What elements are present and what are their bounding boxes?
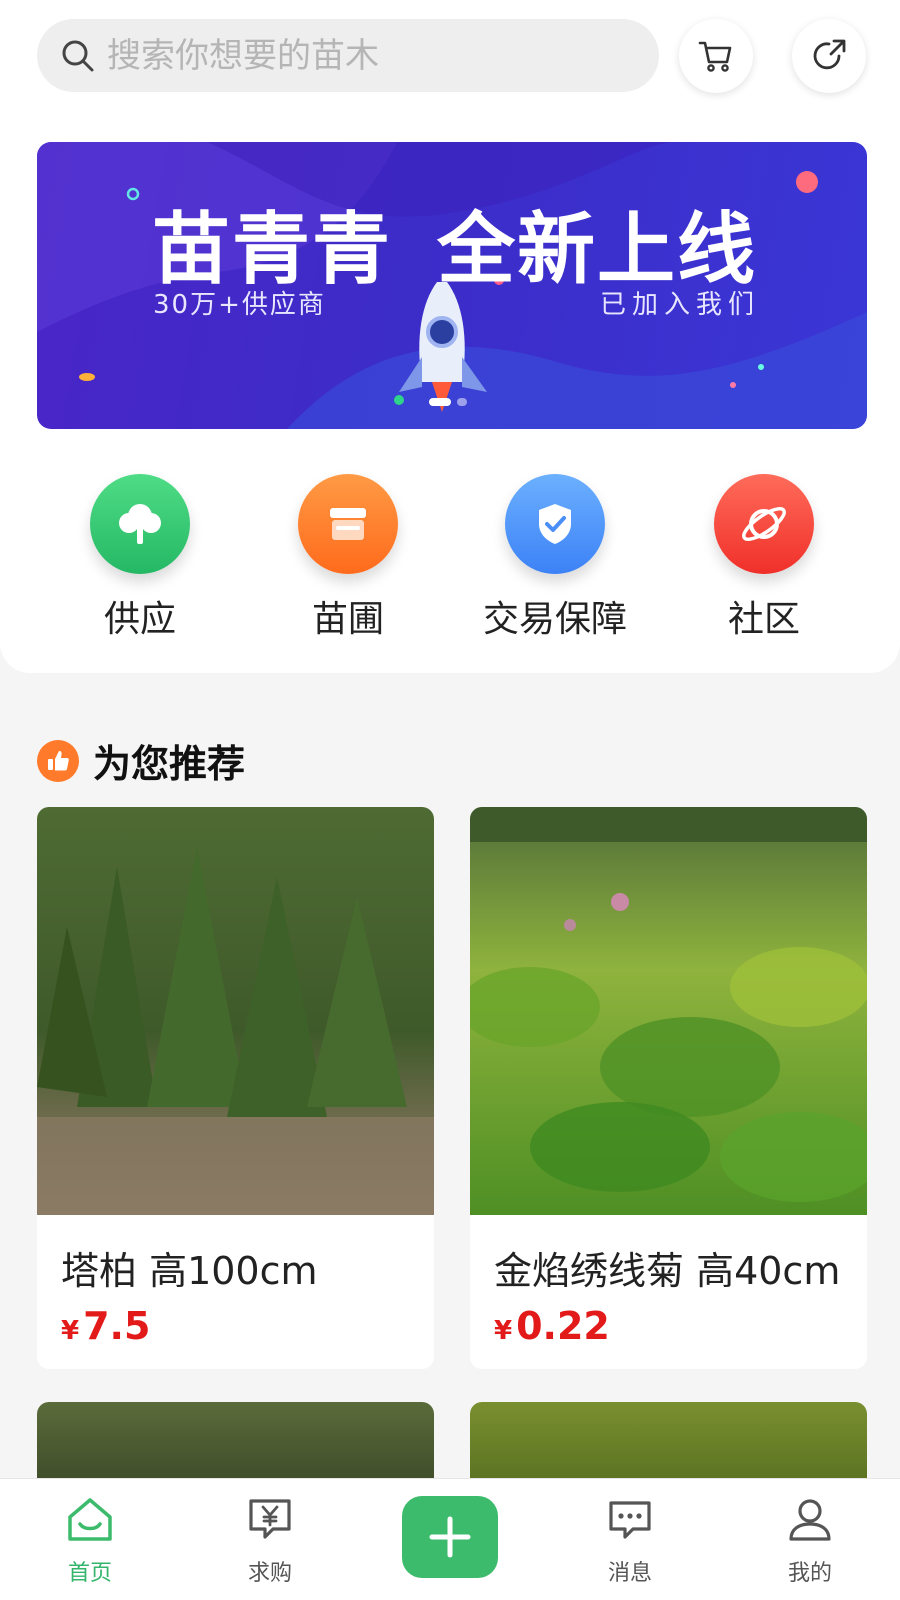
plus-icon	[429, 1516, 471, 1558]
currency-symbol: ¥	[494, 1316, 513, 1346]
product-name: 金焰绣线菊 高40cm	[494, 1249, 841, 1293]
nav-messages[interactable]: 消息	[575, 1493, 685, 1587]
category-community-label: 社区	[727, 599, 800, 640]
carousel-indicator	[429, 398, 467, 406]
nav-me[interactable]: 我的	[755, 1493, 865, 1587]
currency-symbol: ¥	[61, 1316, 80, 1346]
recommend-header: 为您推荐	[37, 733, 245, 788]
banner-subtitle-left: 30万+供应商	[153, 290, 326, 320]
product-card[interactable]: 金焰绣线菊 高40cm ¥0.22	[470, 807, 867, 1369]
product-image-spiraea[interactable]	[470, 807, 867, 1215]
share-button[interactable]	[792, 19, 866, 93]
product-price: ¥0.22	[494, 1304, 610, 1348]
nav-buy[interactable]: 求购	[215, 1493, 325, 1587]
banner-title-right: 全新上线	[437, 205, 758, 295]
product-card-partial[interactable]	[37, 1402, 434, 1482]
price-value: 0.22	[516, 1304, 610, 1348]
category-guarantee-label: 交易保障	[482, 599, 627, 640]
nav-me-label: 我的	[787, 1561, 832, 1586]
tree-icon	[119, 504, 161, 544]
nav-messages-label: 消息	[607, 1561, 652, 1586]
product-image-juniper[interactable]	[37, 807, 434, 1215]
banner-title-left: 苗青青	[152, 205, 393, 295]
product-price: ¥7.5	[61, 1304, 150, 1348]
carousel-dot-active	[429, 398, 451, 406]
store-icon	[330, 508, 366, 540]
carousel-dot	[457, 398, 467, 406]
category-nursery-circle	[298, 474, 398, 574]
banner-subtitle-right: 已加入我们	[600, 290, 761, 320]
category-guarantee[interactable]: 交易保障	[470, 474, 640, 642]
thumbs-up-icon	[37, 739, 79, 782]
planet-icon	[742, 507, 786, 541]
user-icon	[789, 1499, 831, 1541]
category-community[interactable]: 社区	[679, 474, 849, 642]
category-supply-label: 供应	[103, 599, 176, 640]
price-value: 7.5	[83, 1304, 151, 1348]
search-input[interactable]	[107, 35, 627, 76]
nav-buy-label: 求购	[247, 1561, 292, 1586]
buy-request-icon	[249, 1499, 291, 1539]
nav-home-label: 首页	[67, 1561, 112, 1586]
category-supply-circle	[90, 474, 190, 574]
share-icon	[813, 39, 846, 70]
category-guarantee-circle	[505, 474, 605, 574]
category-nursery[interactable]: 苗圃	[263, 474, 433, 642]
category-supply[interactable]: 供应	[55, 474, 225, 642]
bottom-nav: 首页 求购 消息 我的	[0, 1478, 900, 1600]
category-nursery-label: 苗圃	[311, 599, 384, 640]
cart-icon	[698, 41, 732, 72]
category-community-circle	[714, 474, 814, 574]
product-card-partial[interactable]	[470, 1402, 867, 1482]
message-icon	[609, 1501, 651, 1539]
home-icon	[68, 1498, 112, 1541]
publish-button[interactable]	[402, 1496, 498, 1578]
search-bar[interactable]	[37, 19, 659, 92]
recommend-title: 为您推荐	[93, 742, 246, 786]
product-card[interactable]: 塔柏 高100cm ¥7.5	[37, 807, 434, 1369]
nav-home[interactable]: 首页	[35, 1493, 145, 1587]
search-icon	[61, 39, 95, 73]
product-name: 塔柏 高100cm	[61, 1249, 318, 1293]
cart-button[interactable]	[679, 19, 753, 93]
promo-banner[interactable]: 苗青青 全新上线 30万+供应商 已加入我们	[37, 142, 867, 429]
shield-check-icon	[539, 504, 571, 544]
